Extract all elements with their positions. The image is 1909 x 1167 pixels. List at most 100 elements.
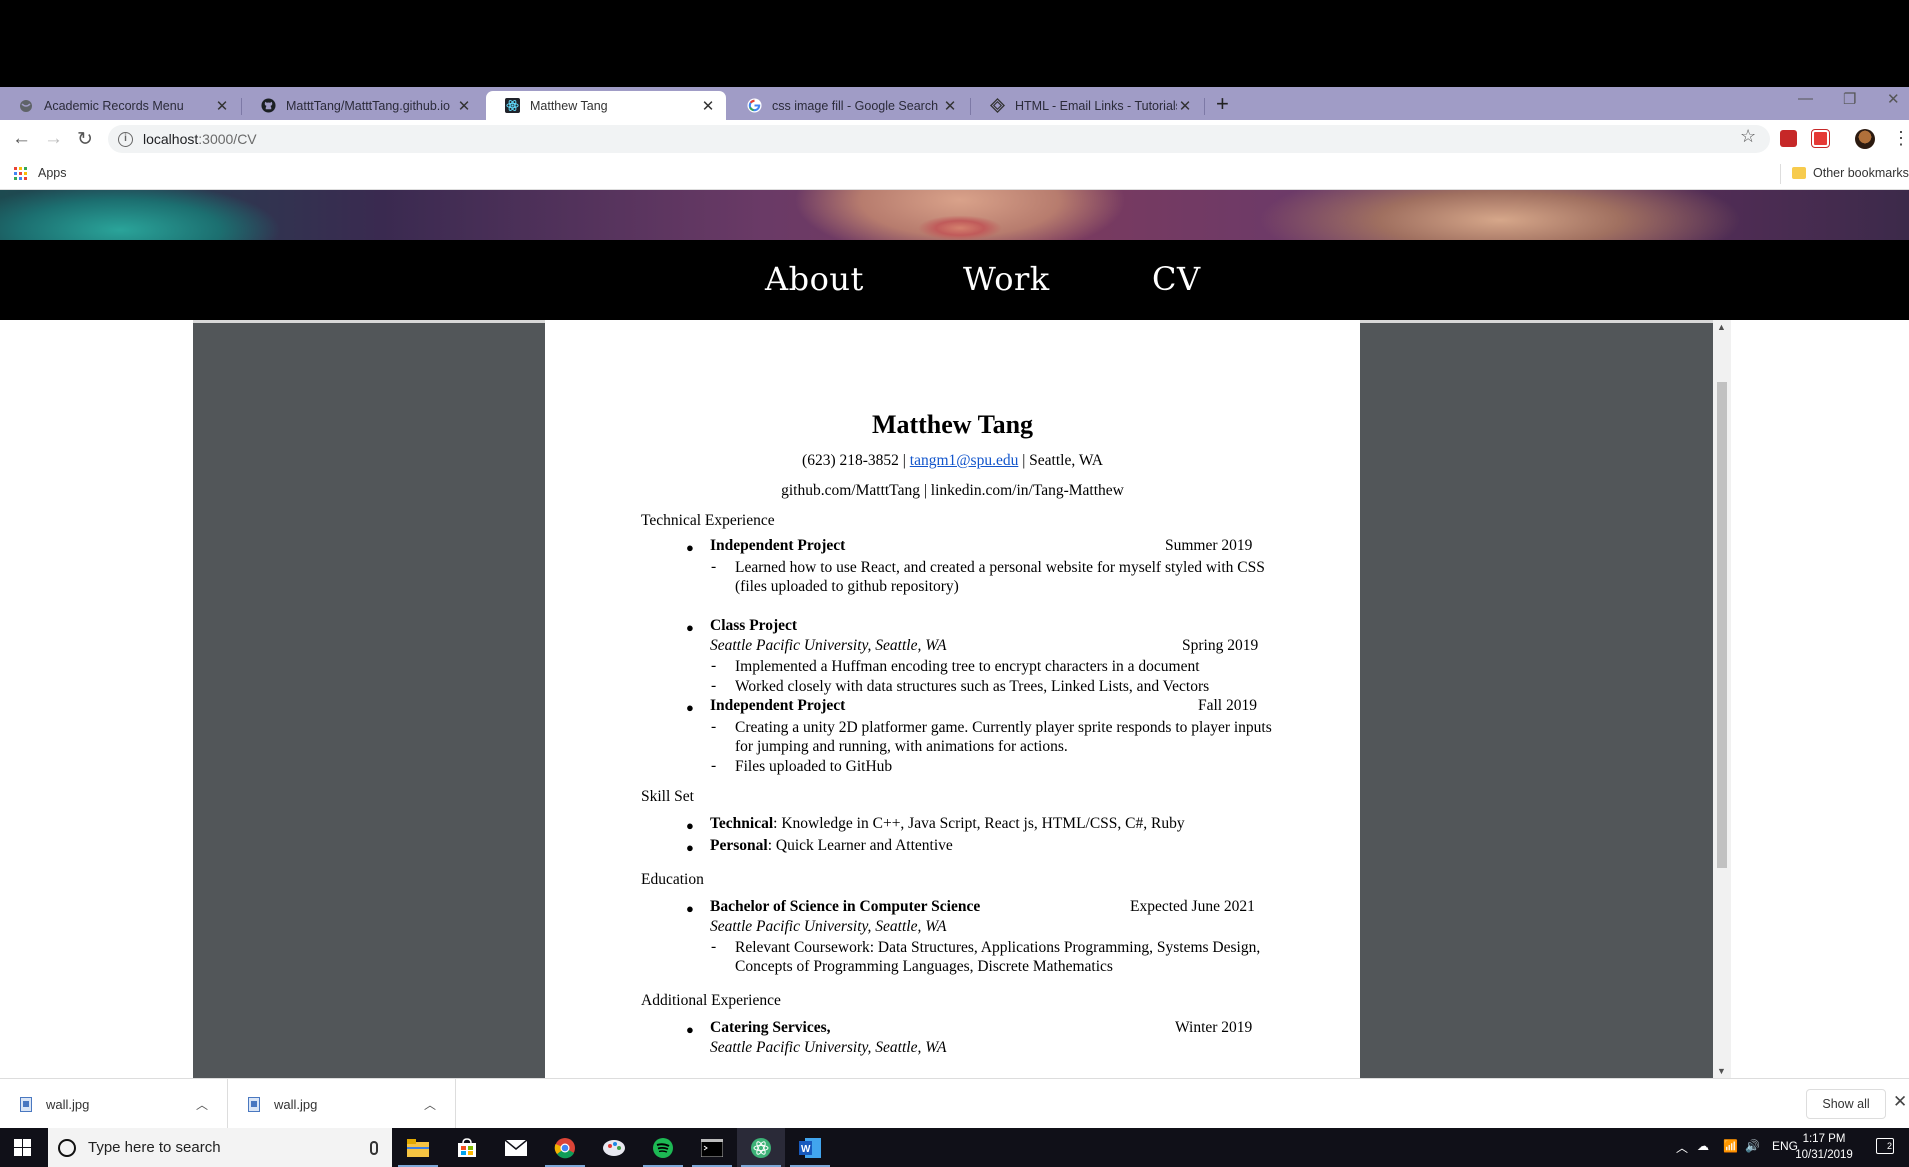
bookmark-separator [1780, 164, 1781, 184]
scroll-up-arrow-icon[interactable]: ▲ [1717, 322, 1726, 332]
nav-cv[interactable]: CV [1152, 260, 1201, 298]
cv-email-link[interactable]: tangm1@spu.edu [910, 452, 1019, 469]
download-item[interactable]: wall.jpg ︿ [0, 1079, 228, 1129]
item-date: Fall 2019 [1198, 697, 1257, 714]
tab-title: Matthew Tang [530, 98, 608, 113]
menu-kebab-icon[interactable]: ⋮ [1892, 128, 1909, 149]
action-center-notification-icon[interactable]: 2 [1876, 1138, 1894, 1154]
scroll-down-arrow-icon[interactable]: ▼ [1717, 1066, 1726, 1076]
item-detail: Learned how to use React, and created a … [735, 559, 1265, 595]
extension-icon[interactable] [1811, 129, 1830, 148]
item-subtitle: Seattle Pacific University, Seattle, WA [710, 1039, 947, 1056]
profile-avatar[interactable] [1855, 129, 1875, 149]
bullet: ● [686, 818, 694, 833]
apps-grid-icon[interactable] [14, 167, 27, 180]
close-tab-icon[interactable]: ✕ [1177, 97, 1193, 115]
address-bar[interactable]: i localhost:3000/CV [108, 125, 1770, 153]
chevron-up-icon[interactable]: ︿ [196, 1096, 208, 1113]
tab-google-search[interactable]: css image fill - Google Search ✕ [728, 91, 968, 120]
bullet: ● [686, 540, 694, 555]
bookmark-star-icon[interactable]: ☆ [1740, 126, 1756, 147]
atom-editor-icon[interactable] [737, 1128, 785, 1167]
bullet: ● [686, 700, 694, 715]
apps-bookmark[interactable]: Apps [38, 166, 67, 180]
cortana-icon [58, 1138, 76, 1157]
pdf-viewer[interactable]: Matthew Tang (623) 218-3852 | tangm1@spu… [193, 320, 1731, 1078]
info-icon[interactable]: i [118, 131, 133, 147]
tab-github[interactable]: MatttTang/MatttTang.github.io ✕ [242, 91, 482, 120]
viewer-scrollbar[interactable]: ▲ ▼ [1713, 320, 1731, 1078]
forward-arrow-icon[interactable]: → [44, 128, 63, 150]
other-bookmarks[interactable]: Other bookmarks [1813, 166, 1909, 180]
tab-matthew-tang[interactable]: Matthew Tang ✕ [486, 91, 726, 120]
taskbar-search[interactable]: Type here to search [48, 1128, 392, 1167]
chrome-icon[interactable] [541, 1128, 589, 1167]
close-tab-icon[interactable]: ✕ [456, 97, 472, 115]
restore-icon[interactable]: ❐ [1843, 90, 1856, 108]
cv-document-page: Matthew Tang (623) 218-3852 | tangm1@spu… [545, 320, 1360, 1078]
word-icon[interactable]: W [786, 1128, 834, 1167]
clock-time: 1:17 PM [1802, 1133, 1846, 1145]
item-subtitle: Seattle Pacific University, Seattle, WA [710, 918, 947, 935]
tab-title: css image fill - Google Search [772, 98, 939, 113]
onedrive-icon[interactable]: ☁ [1697, 1139, 1709, 1153]
windows-start-icon[interactable] [14, 1139, 31, 1156]
close-tab-icon[interactable]: ✕ [700, 97, 716, 115]
spotify-icon[interactable] [639, 1128, 687, 1167]
react-icon [504, 98, 520, 114]
cv-contact-line: (623) 218-3852 | tangm1@spu.edu | Seattl… [545, 452, 1360, 470]
browser-toolbar: ← → ↻ i localhost:3000/CV ☆ ⋮ [0, 120, 1909, 158]
nav-about[interactable]: About [765, 260, 864, 298]
paint-icon[interactable] [590, 1128, 638, 1167]
nav-work[interactable]: Work [963, 260, 1050, 298]
back-arrow-icon[interactable]: ← [12, 128, 31, 150]
tab-strip: Academic Records Menu ✕ MatttTang/MatttT… [0, 87, 1909, 120]
new-tab-button[interactable]: + [1216, 91, 1229, 117]
bullet: ● [686, 840, 694, 855]
microphone-icon[interactable] [370, 1140, 378, 1155]
item-title: Bachelor of Science in Computer Science [710, 898, 981, 915]
item-title: Independent Project [710, 697, 846, 714]
system-clock[interactable]: 1:17 PM 10/31/2019 [1794, 1131, 1854, 1163]
dash: - [711, 677, 717, 694]
ublock-extension-icon[interactable] [1780, 130, 1797, 147]
skill-text: : Knowledge in C++, Java Script, React j… [773, 815, 1185, 832]
volume-icon[interactable]: 🔊 [1745, 1139, 1760, 1153]
skill-line: Personal: Quick Learner and Attentive [710, 837, 953, 855]
tab-tutorialspoint[interactable]: HTML - Email Links - Tutorialspoint ✕ [971, 91, 1203, 120]
mail-icon[interactable] [492, 1128, 540, 1167]
close-tab-icon[interactable]: ✕ [942, 97, 958, 115]
download-filename: wall.jpg [46, 1096, 90, 1112]
show-all-button[interactable]: Show all [1806, 1089, 1886, 1119]
dash: - [711, 558, 717, 575]
item-detail: Implemented a Huffman encoding tree to e… [735, 658, 1200, 675]
reload-icon[interactable]: ↻ [77, 128, 93, 151]
skill-label: Technical [710, 815, 774, 832]
file-explorer-icon[interactable] [394, 1128, 442, 1167]
url-host: localhost [143, 131, 199, 147]
store-icon[interactable] [443, 1128, 491, 1167]
download-item[interactable]: wall.jpg ︿ [228, 1079, 456, 1129]
windows-taskbar: Type here to search W ︿ ☁ 📶 🔊 ENG 1:17 P… [0, 1128, 1909, 1167]
web-page: About Work CV Matthew Tang (623) 218-385… [0, 190, 1909, 1078]
close-downloads-icon[interactable]: ✕ [1893, 1092, 1907, 1112]
close-window-icon[interactable]: ✕ [1887, 90, 1900, 108]
terminal-icon[interactable] [688, 1128, 736, 1167]
tab-academic-records[interactable]: Academic Records Menu ✕ [0, 91, 240, 120]
google-icon [746, 98, 762, 114]
scroll-thumb[interactable] [1717, 382, 1727, 868]
item-date: Spring 2019 [1182, 637, 1259, 654]
section-heading: Additional Experience [641, 992, 781, 1009]
show-hidden-icons-chevron-icon[interactable]: ︿ [1676, 1139, 1688, 1156]
header-banner-image [0, 190, 1909, 240]
bookmarks-bar: Apps Other bookmarks [0, 158, 1909, 190]
network-icon[interactable]: 📶 [1723, 1139, 1738, 1153]
item-date: Winter 2019 [1175, 1019, 1253, 1036]
close-tab-icon[interactable]: ✕ [214, 97, 230, 115]
chevron-up-icon[interactable]: ︿ [424, 1096, 436, 1113]
minimize-icon[interactable]: — [1798, 90, 1813, 107]
dash: - [711, 757, 717, 774]
dash: - [711, 938, 717, 955]
site-navbar: About Work CV [0, 240, 1909, 320]
top-black-area [0, 0, 1909, 87]
